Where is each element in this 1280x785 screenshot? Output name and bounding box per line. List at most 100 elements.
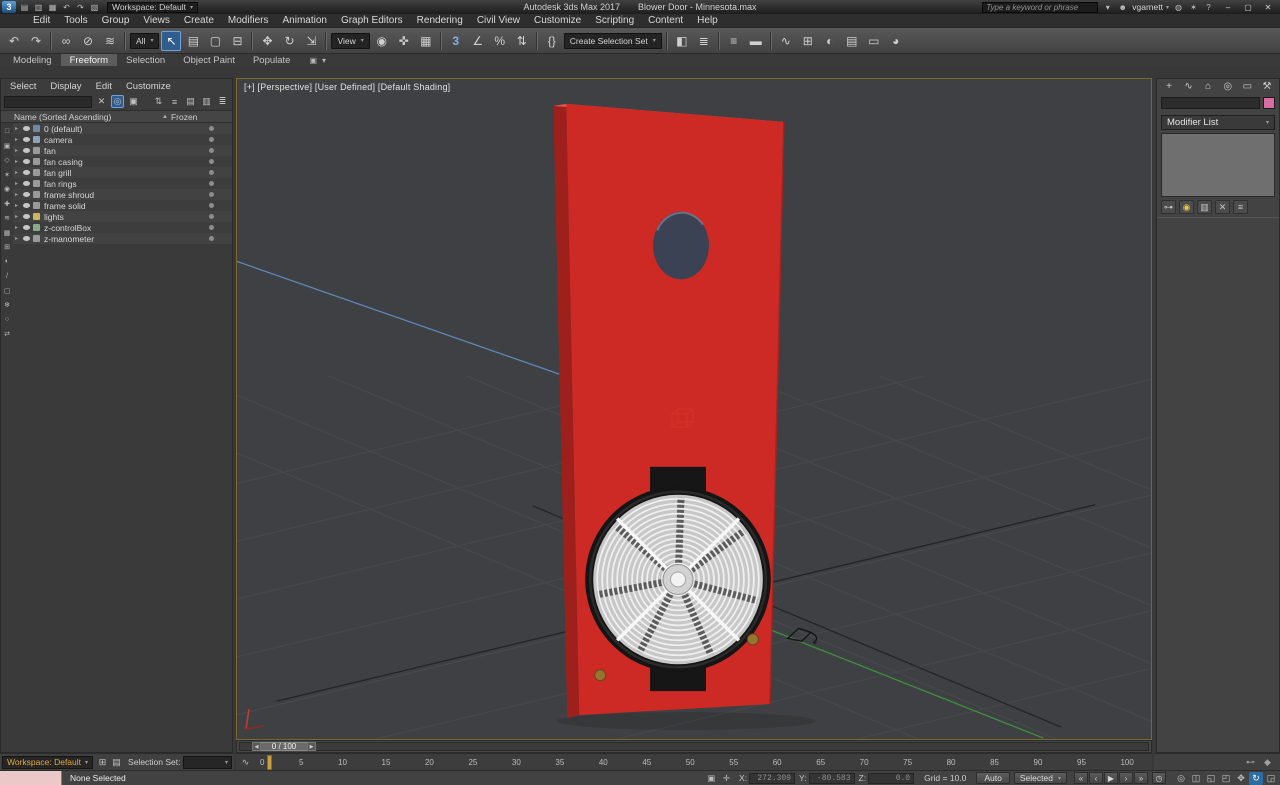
display-frozen-icon[interactable]: ❄ [2, 300, 12, 310]
motion-tab-icon[interactable]: ◎ [1221, 80, 1235, 93]
object-name[interactable]: lights [44, 212, 198, 222]
tab-object-paint[interactable]: Object Paint [174, 54, 244, 66]
frozen-toggle-icon[interactable] [198, 203, 232, 208]
time-configuration-button[interactable]: ◷ [1152, 772, 1166, 784]
zoom-all-button[interactable]: ◫ [1189, 772, 1203, 785]
pan-button[interactable]: ✥ [1234, 772, 1248, 785]
visibility-eye-icon[interactable] [23, 159, 30, 164]
explorer-menu-item[interactable]: Select [3, 81, 43, 92]
configure-modifier-sets-button[interactable]: ≡ [1233, 200, 1248, 214]
expand-caret-icon[interactable] [15, 180, 23, 187]
named-selection-dropdown[interactable]: Create Selection Set [563, 32, 662, 49]
expand-caret-icon[interactable] [15, 125, 23, 132]
display-bones-icon[interactable]: / [2, 271, 12, 281]
new-file-icon[interactable]: ▤ [18, 1, 31, 13]
display-spacewarps-icon[interactable]: ≋ [2, 213, 12, 223]
search-options-icon[interactable]: ▾ [1101, 1, 1114, 13]
select-by-name-icon[interactable]: ▤ [183, 31, 203, 51]
signed-in-user[interactable]: vgarnett [1132, 2, 1163, 12]
zoom-extents-button[interactable]: ◱ [1204, 772, 1218, 785]
close-button[interactable]: ✕ [1258, 1, 1278, 13]
expand-caret-icon[interactable] [15, 147, 23, 154]
bind-to-space-warp-icon[interactable]: ≋ [100, 31, 120, 51]
menu-item[interactable]: Tools [57, 14, 94, 27]
explorer-menu-item[interactable]: Display [43, 81, 88, 92]
snaps-toggle-icon[interactable]: 3 [446, 31, 466, 51]
object-name[interactable]: fan rings [44, 179, 198, 189]
flat-list-icon[interactable]: ▤ [184, 95, 197, 108]
workspace-dropdown[interactable]: Workspace: Default ▾ [107, 1, 199, 13]
selection-set-dropdown[interactable]: ▾ [183, 755, 232, 769]
time-slider-track[interactable]: ◀ 0 / 100 ▶ [239, 742, 1149, 751]
frozen-toggle-icon[interactable] [198, 137, 232, 142]
select-and-rotate-icon[interactable]: ↻ [279, 31, 299, 51]
visibility-eye-icon[interactable] [23, 236, 30, 241]
scene-explorer-row[interactable]: fan casing [13, 156, 232, 167]
undo-icon[interactable]: ↶ [4, 31, 24, 51]
object-name[interactable]: fan [44, 146, 198, 156]
menu-item[interactable]: Modifiers [221, 14, 276, 27]
rectangular-selection-icon[interactable]: ▢ [205, 31, 225, 51]
favorites-icon[interactable]: ✶ [1187, 1, 1200, 13]
menu-item[interactable]: Civil View [470, 14, 527, 27]
menu-item[interactable]: Animation [275, 14, 333, 27]
visibility-eye-icon[interactable] [23, 148, 30, 153]
find-icon[interactable]: ◎ [111, 95, 124, 108]
spinner-snap-icon[interactable]: ⇅ [512, 31, 532, 51]
object-name[interactable]: frame shroud [44, 190, 198, 200]
frozen-toggle-icon[interactable] [198, 126, 232, 131]
select-and-manipulate-icon[interactable]: ✜ [394, 31, 414, 51]
sort-ascending-icon[interactable]: ⇅ [152, 95, 165, 108]
object-color-swatch[interactable] [1263, 97, 1275, 109]
menu-item[interactable]: Customize [527, 14, 588, 27]
go-to-end-button[interactable]: » [1134, 772, 1148, 784]
utilities-tab-icon[interactable]: ⚒ [1260, 80, 1274, 93]
display-geometry-icon[interactable]: ▣ [2, 141, 12, 151]
render-production-icon[interactable]: ◕ [886, 31, 906, 51]
window-crossing-icon[interactable]: ⊟ [227, 31, 247, 51]
expand-caret-icon[interactable] [15, 202, 23, 209]
frozen-toggle-icon[interactable] [198, 148, 232, 153]
align-icon[interactable]: ≣ [694, 31, 714, 51]
visibility-eye-icon[interactable] [23, 181, 30, 186]
object-name[interactable]: frame solid [44, 201, 198, 211]
selection-lock-icon[interactable]: ▣ [705, 772, 718, 784]
time-slider-grip[interactable]: ◀ 0 / 100 ▶ [252, 742, 316, 751]
sign-in-avatar-icon[interactable]: ☻ [1116, 1, 1129, 13]
frozen-toggle-icon[interactable] [198, 170, 232, 175]
select-and-scale-icon[interactable]: ⇲ [301, 31, 321, 51]
expand-caret-icon[interactable] [15, 213, 23, 220]
object-name[interactable]: fan grill [44, 168, 198, 178]
visibility-eye-icon[interactable] [23, 126, 30, 131]
display-helpers-icon[interactable]: ✚ [2, 199, 12, 209]
visibility-eye-icon[interactable] [23, 137, 30, 142]
visibility-eye-icon[interactable] [23, 192, 30, 197]
menu-item[interactable]: Scripting [588, 14, 641, 27]
name-column-header[interactable]: Name (Sorted Ascending) [14, 112, 111, 122]
unlink-selection-icon[interactable]: ⊘ [78, 31, 98, 51]
hierarchy-tab-icon[interactable]: ⌂ [1201, 80, 1215, 93]
tab-freeform[interactable]: Freeform [60, 54, 118, 66]
frozen-toggle-icon[interactable] [198, 236, 232, 241]
scene-explorer-row[interactable]: 0 (default) [13, 123, 232, 134]
save-file-icon[interactable]: ▦ [46, 1, 59, 13]
frozen-toggle-icon[interactable] [198, 181, 232, 186]
key-filters-dropdown[interactable]: Selected ▾ [1013, 772, 1067, 784]
next-frame-button[interactable]: › [1119, 772, 1133, 784]
remove-modifier-button[interactable]: ✕ [1215, 200, 1230, 214]
display-tab-icon[interactable]: ▭ [1240, 80, 1254, 93]
maxscript-mini-listener[interactable] [0, 771, 62, 785]
use-pivot-center-icon[interactable]: ◉ [372, 31, 392, 51]
modify-tab-icon[interactable]: ∿ [1182, 80, 1196, 93]
explorer-menu-item[interactable]: Customize [119, 81, 178, 92]
mini-curve-editor-button[interactable]: ∿ [239, 756, 252, 769]
render-setup-icon[interactable]: ▤ [842, 31, 862, 51]
object-name[interactable]: fan casing [44, 157, 198, 167]
expand-caret-icon[interactable] [15, 169, 23, 176]
make-unique-button[interactable]: ▥ [1197, 200, 1212, 214]
undo-quick-icon[interactable]: ↶ [60, 1, 73, 13]
track-bar[interactable]: ∿ 0 5 10 15 20 25 30 35 40 45 50 55 60 65 70 75 80 85 90 95… [236, 753, 1152, 770]
search-input[interactable] [982, 1, 1099, 13]
reference-coordinate-dropdown[interactable]: View [331, 32, 370, 49]
display-cameras-icon[interactable]: ◉ [2, 184, 12, 194]
